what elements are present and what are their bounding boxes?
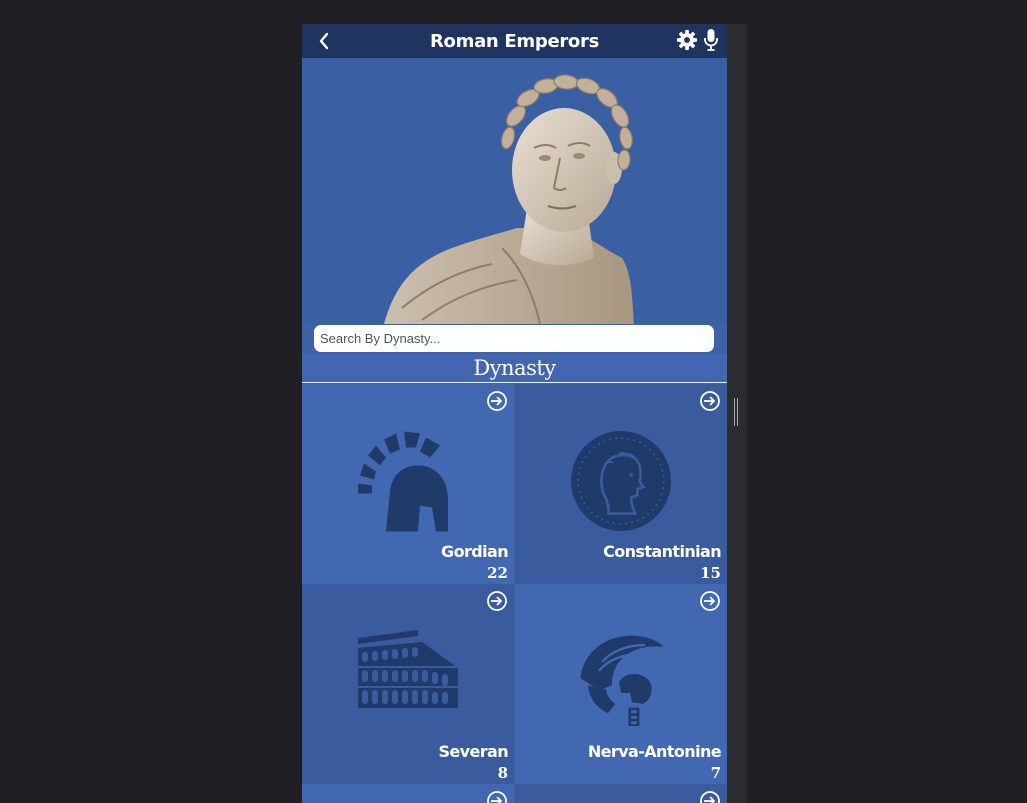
spartan-helmet-icon	[358, 431, 448, 532]
page-title: Roman Emperors	[430, 31, 599, 52]
app-window: Roman Emperors Search By Dynasty... Dyna…	[302, 24, 727, 803]
microphone-icon[interactable]	[703, 28, 719, 52]
arrow-right-circle-icon[interactable]	[486, 590, 508, 612]
emperor-count: 7	[710, 764, 721, 782]
dynasty-name: Gordian	[441, 542, 509, 561]
dynasty-tile-nerva-antonine[interactable]: Nerva-Antonine 7	[515, 584, 727, 784]
centurion-helmet-icon	[580, 635, 664, 726]
top-bar: Roman Emperors	[302, 24, 727, 58]
dynasty-name: Nerva-Antonine	[587, 742, 722, 761]
section-heading: Dynasty	[302, 354, 727, 383]
arrow-right-circle-icon[interactable]	[699, 590, 721, 612]
caesar-bust-image	[384, 74, 634, 324]
dynasty-tile-severan[interactable]: Severan 8	[302, 584, 514, 784]
emperor-count: 15	[700, 564, 721, 582]
colosseum-icon	[358, 630, 458, 708]
dynasty-name: Constantinian	[603, 542, 721, 561]
arrow-right-circle-icon[interactable]	[486, 790, 508, 803]
dynasty-tile-gordian[interactable]: Gordian 22	[302, 384, 514, 584]
dynasty-name: Severan	[438, 742, 508, 761]
search-input[interactable]	[314, 325, 714, 352]
dynasty-tile-constantinian[interactable]: Constantinian 15	[515, 384, 727, 584]
gear-icon[interactable]	[676, 29, 698, 51]
emperor-count: 22	[487, 564, 508, 582]
hero-banner	[302, 58, 727, 324]
emperor-count: 8	[497, 764, 508, 782]
dynasty-tile-partial[interactable]	[515, 784, 727, 803]
arrow-right-circle-icon[interactable]	[699, 390, 721, 412]
arrow-right-circle-icon[interactable]	[699, 790, 721, 803]
scrollbar-handle[interactable]	[733, 398, 739, 426]
laurel-coin-icon	[571, 431, 671, 531]
dynasty-tile-partial[interactable]	[302, 784, 514, 803]
arrow-right-circle-icon[interactable]	[486, 390, 508, 412]
